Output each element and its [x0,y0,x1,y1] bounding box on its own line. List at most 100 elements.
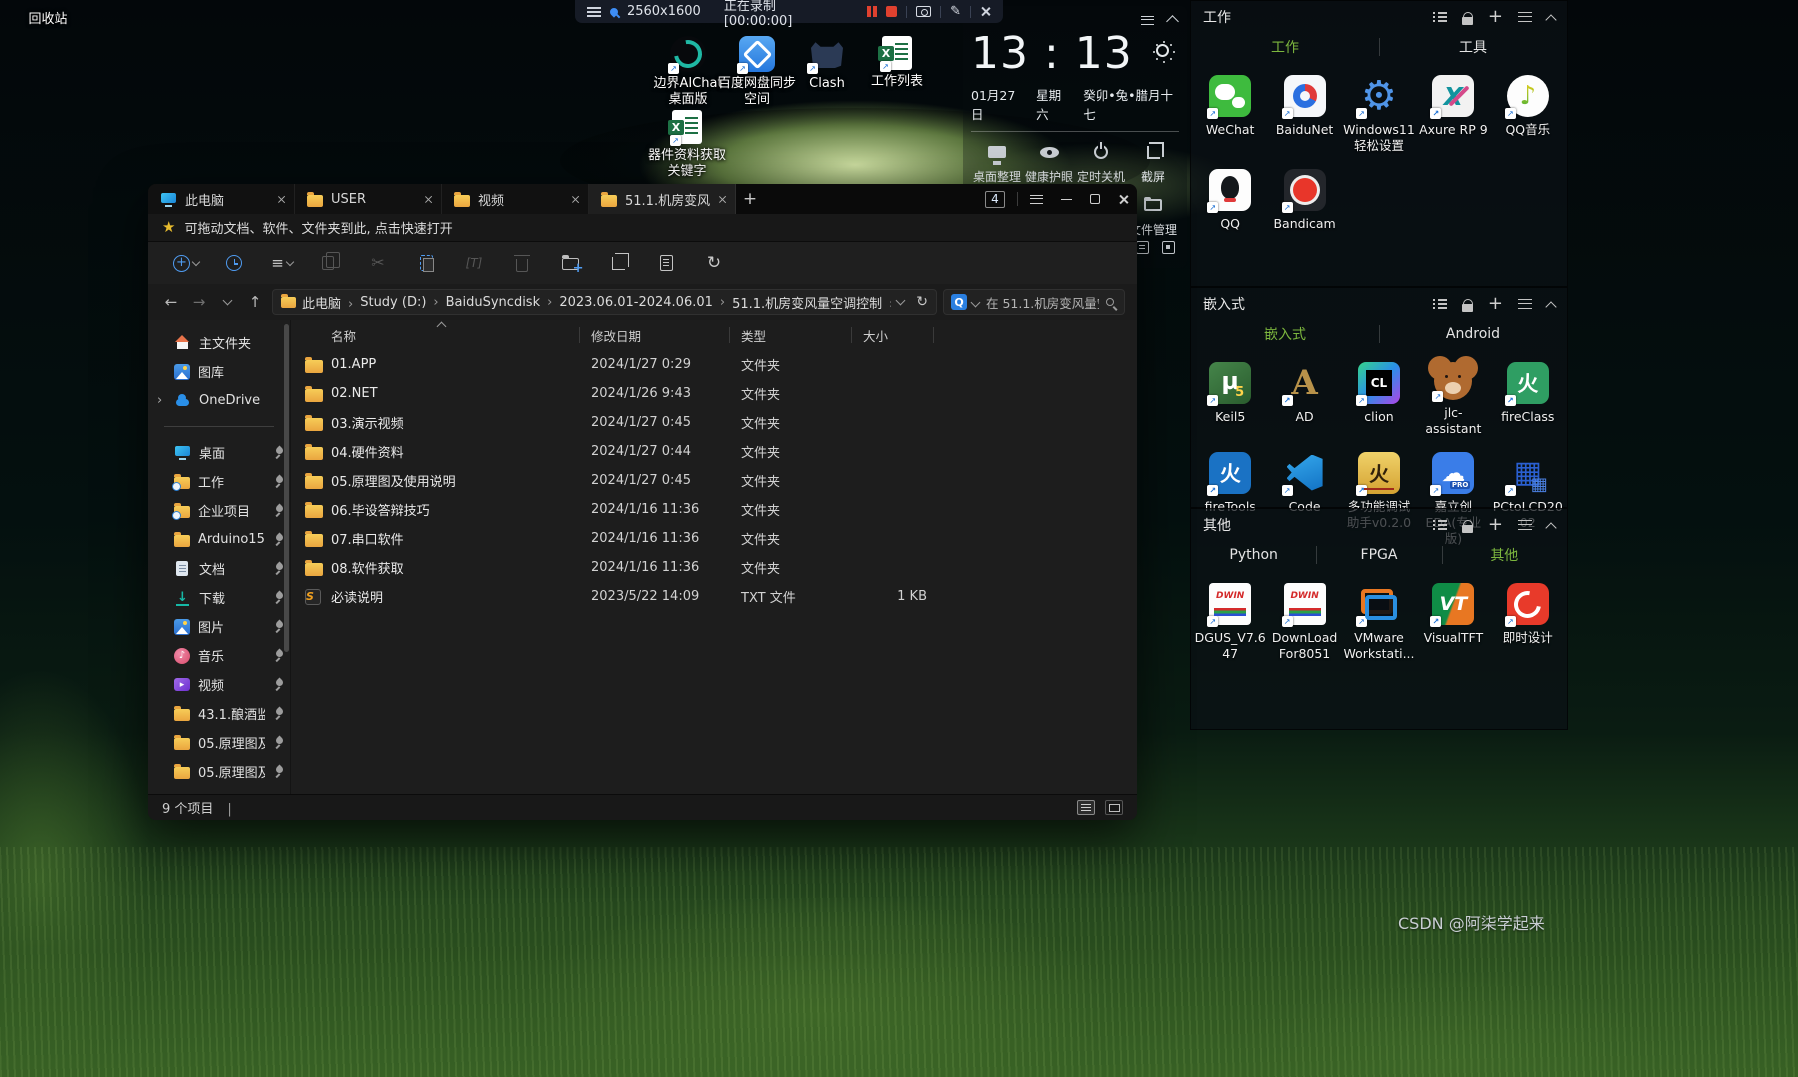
widget-mini-icon[interactable] [1136,241,1149,254]
widget-action[interactable]: 截屏 [1127,140,1179,185]
add-icon[interactable] [1488,298,1503,310]
history-button[interactable] [210,248,258,278]
app-shortcut[interactable]: QQ音乐 [1491,69,1565,163]
tab-close-icon[interactable] [571,195,580,204]
close-button[interactable] [1118,194,1129,205]
app-shortcut[interactable]: VMware Workstati... [1342,577,1416,671]
lock-icon[interactable] [1461,12,1474,25]
sidebar-item[interactable]: 图片 [148,612,290,641]
sidebar-scrollbar[interactable] [284,324,289,652]
recorder-close-icon[interactable] [980,6,991,17]
tab-close-icon[interactable] [718,195,727,204]
list-view-icon[interactable] [1432,298,1447,310]
menu-icon[interactable] [1518,299,1532,309]
app-shortcut[interactable]: AD [1267,356,1341,446]
app-shortcut[interactable]: Bandicam [1267,163,1341,240]
explorer-tab[interactable]: 此电脑 [148,184,295,214]
panel-tab[interactable]: 嵌入式 [1191,324,1379,344]
breadcrumb-item[interactable]: 51.1.机房变风量空调控制 [732,293,891,312]
file-row[interactable]: 05.原理图及使用说明 2024/1/27 0:45 文件夹 [291,466,1137,495]
column-header-type[interactable]: 类型 [741,326,766,345]
recycle-bin-shortcut[interactable]: 回收站 [8,8,88,28]
list-view-icon[interactable] [1432,519,1447,531]
paste-button[interactable] [402,248,450,278]
address-dropdown-icon[interactable] [895,295,906,306]
address-refresh-icon[interactable] [916,295,928,309]
desktop-shortcut[interactable]: Clash [787,36,867,92]
file-row[interactable]: 03.演示视频 2024/1/27 0:45 文件夹 [291,408,1137,437]
panel-tab[interactable]: 工具 [1379,37,1567,57]
quick-open-bar[interactable]: 可拖动文档、软件、文件夹到此, 点击快速打开 [148,214,1137,242]
properties-button[interactable] [642,248,690,278]
explorer-tab[interactable]: 视频 [442,184,589,214]
lock-icon[interactable] [1461,299,1474,312]
tab-count-badge[interactable]: 4 [985,190,1005,208]
stop-button[interactable] [886,6,898,17]
app-shortcut[interactable]: fireClass [1491,356,1565,446]
app-shortcut[interactable]: BaiduNet [1267,69,1341,163]
file-row[interactable]: 必读说明 2023/5/22 14:09 TXT 文件 1 KB [291,582,1137,611]
rename-button[interactable] [450,248,498,278]
search-box[interactable] [943,289,1125,315]
new-button[interactable] [162,248,210,278]
app-shortcut[interactable]: DGUS_V7.647 [1193,577,1267,671]
app-shortcut[interactable]: DownLoadFor8051 [1267,577,1341,671]
sidebar-item[interactable]: 文档 [148,554,290,583]
app-shortcut[interactable]: WeChat [1193,69,1267,163]
thumbnail-view-button[interactable] [1105,800,1123,815]
collapse-icon[interactable] [1545,14,1557,26]
sidebar-item[interactable]: 视频 [148,670,290,699]
file-row[interactable]: 04.硬件资料 2024/1/27 0:44 文件夹 [291,437,1137,466]
desktop-shortcut[interactable]: 百度网盘同步空间 [717,36,797,109]
widget-action[interactable]: 桌面整理 [971,140,1023,185]
minimize-button[interactable] [1061,198,1072,201]
pencil-icon[interactable]: ✎ [950,5,961,18]
new-tab-button[interactable] [736,184,764,214]
back-button[interactable]: ← [160,291,182,313]
lock-icon[interactable] [1461,520,1474,533]
add-icon[interactable] [1488,519,1503,531]
copy-button[interactable] [306,248,354,278]
sidebar-item[interactable]: OneDrive [148,386,290,415]
breadcrumb-item[interactable]: 2023.06.01-2024.06.01 [559,295,732,310]
list-view-button[interactable] [1077,800,1095,815]
explorer-tab[interactable]: USER [295,184,442,214]
app-shortcut[interactable]: Windows11轻松设置 [1342,69,1416,163]
breadcrumb-item[interactable]: BaiduSyncdisk [446,295,560,310]
recorder-menu-icon[interactable] [587,6,601,17]
tab-close-icon[interactable] [424,195,433,204]
breadcrumb-item[interactable]: Study (D:) [360,295,445,310]
sidebar-item[interactable]: 主文件夹 [148,328,290,357]
column-header-date[interactable]: 修改日期 [591,326,641,345]
desktop-shortcut[interactable]: 边界AIChat桌面版 [648,36,728,109]
widget-mini-icon[interactable] [1162,241,1175,254]
sidebar-item[interactable]: 05.原理图及使用 [148,728,290,757]
menu-icon[interactable] [1518,520,1532,530]
column-header-size[interactable]: 大小 [863,326,888,345]
search-dropdown-icon[interactable] [970,297,981,307]
forward-button[interactable]: → [188,291,210,313]
sidebar-item[interactable]: 企业项目 [148,496,290,525]
app-shortcut[interactable]: Keil5 [1193,356,1267,446]
add-icon[interactable] [1488,11,1503,23]
recorder-pin-icon[interactable] [608,5,620,18]
sidebar-item[interactable]: 桌面 [148,438,290,467]
app-shortcut[interactable]: 即时设计 [1491,577,1565,671]
crop-button[interactable] [594,248,642,278]
file-row[interactable]: 02.NET 2024/1/26 9:43 文件夹 [291,379,1137,408]
sidebar-item[interactable]: 工作 [148,467,290,496]
menu-icon[interactable] [1518,12,1532,22]
panel-tab[interactable]: Android [1379,326,1567,342]
expand-chevron-icon[interactable] [157,393,162,408]
recent-dropdown-icon[interactable] [216,291,238,313]
panel-tab[interactable]: Python [1191,547,1316,563]
cut-button[interactable] [354,248,402,278]
file-row[interactable]: 07.串口软件 2024/1/16 11:36 文件夹 [291,524,1137,553]
maximize-button[interactable] [1090,194,1100,204]
new-folder-button[interactable] [546,248,594,278]
delete-button[interactable] [498,248,546,278]
file-row[interactable]: 08.软件获取 2024/1/16 11:36 文件夹 [291,553,1137,582]
column-header-name[interactable]: 名称 [331,326,356,345]
breadcrumb[interactable]: 此电脑Study (D:)BaiduSyncdisk2023.06.01-202… [272,289,937,315]
window-menu-icon[interactable] [1030,194,1043,204]
